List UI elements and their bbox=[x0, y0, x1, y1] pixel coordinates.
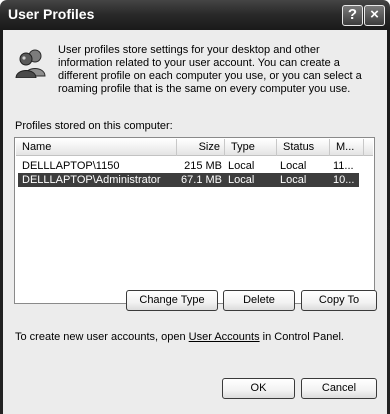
cell-status: Local bbox=[280, 160, 307, 172]
close-button[interactable]: × bbox=[364, 5, 385, 26]
footer-text: To create new user accounts, open User A… bbox=[15, 331, 344, 343]
dialog-body: User profiles store settings for your de… bbox=[3, 30, 387, 414]
ok-button[interactable]: OK bbox=[222, 378, 295, 399]
delete-button[interactable]: Delete bbox=[223, 290, 295, 311]
list-header: Name Size Type Status M... bbox=[16, 139, 373, 156]
cell-name: DELLLAPTOP\1150 bbox=[22, 160, 120, 172]
footer-suffix: in Control Panel. bbox=[259, 331, 344, 343]
copy-to-button[interactable]: Copy To bbox=[301, 290, 377, 311]
table-row[interactable]: DELLLAPTOP\1150 215 MB Local Local 11... bbox=[18, 159, 359, 173]
intro-description: User profiles store settings for your de… bbox=[58, 44, 362, 95]
cell-modified: 10... bbox=[333, 174, 355, 186]
cell-type: Local bbox=[228, 160, 255, 172]
user-profiles-window: User Profiles ? × User profiles store se… bbox=[0, 0, 390, 414]
title-bar[interactable]: User Profiles ? × bbox=[0, 0, 390, 30]
users-icon bbox=[15, 49, 46, 78]
column-header-status[interactable]: Status bbox=[277, 139, 330, 156]
change-type-button[interactable]: Change Type bbox=[126, 290, 218, 311]
cell-size: 215 MB bbox=[184, 160, 222, 172]
cell-modified: 11... bbox=[333, 160, 354, 172]
column-header-type[interactable]: Type bbox=[225, 139, 277, 156]
help-button[interactable]: ? bbox=[342, 5, 363, 26]
window-title: User Profiles bbox=[8, 6, 95, 22]
table-row[interactable]: DELLLAPTOP\Administrator 67.1 MB Local L… bbox=[18, 173, 359, 187]
profiles-list[interactable]: Name Size Type Status M... DELLLAPTOP\11… bbox=[14, 137, 375, 304]
column-header-name[interactable]: Name bbox=[16, 139, 177, 156]
cancel-button[interactable]: Cancel bbox=[301, 378, 377, 399]
column-header-modified[interactable]: M... bbox=[330, 139, 364, 156]
cell-name: DELLLAPTOP\Administrator bbox=[22, 174, 161, 186]
footer-prefix: To create new user accounts, open bbox=[15, 331, 189, 343]
column-header-size[interactable]: Size bbox=[177, 139, 225, 156]
cell-type: Local bbox=[228, 174, 255, 186]
profiles-label: Profiles stored on this computer: bbox=[15, 120, 173, 132]
cell-status: Local bbox=[280, 174, 307, 186]
cell-size: 67.1 MB bbox=[181, 174, 222, 186]
user-accounts-link[interactable]: User Accounts bbox=[189, 331, 260, 343]
